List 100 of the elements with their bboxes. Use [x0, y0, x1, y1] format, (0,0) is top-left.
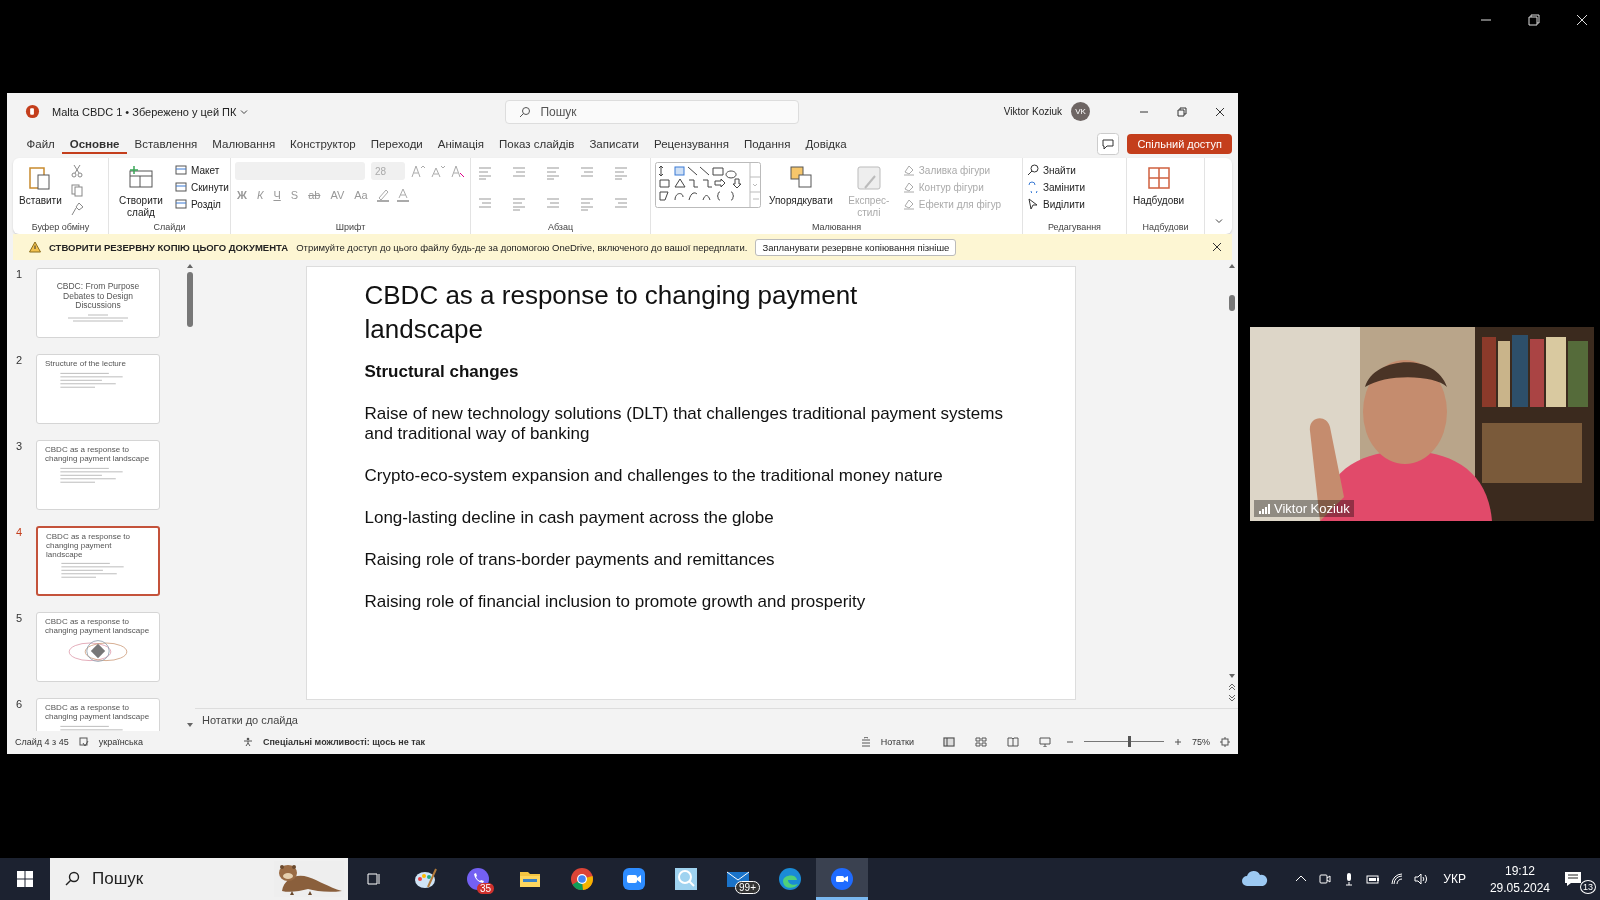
ribbon-button[interactable]: Виділити	[1027, 198, 1085, 210]
ribbon-tab[interactable]: Основне	[62, 134, 127, 154]
browser-icon	[570, 867, 594, 891]
restore-icon[interactable]	[1176, 105, 1188, 118]
add-ins-button[interactable]: Надбудови	[1131, 162, 1187, 209]
reading-view-icon[interactable]	[1007, 736, 1019, 747]
taskbar-app[interactable]	[816, 858, 868, 900]
thumbnail-title: Structure of the lecture	[45, 360, 127, 369]
slide-canvas[interactable]	[305, 266, 1076, 700]
ribbon-tab[interactable]: Показ слайдів	[491, 134, 582, 154]
scissors-icon[interactable]	[69, 164, 84, 178]
slide-thumbnail[interactable]: CBDC as a response to changing payment landscape	[36, 440, 160, 510]
ribbon-tab[interactable]: Конструктор	[282, 134, 364, 154]
scrollbar-thumb[interactable]	[1229, 295, 1235, 311]
slide-thumbnail[interactable]: CBDC: From Purpose Debates to Design Discussions	[36, 268, 160, 338]
edge-browser-icon	[778, 867, 802, 891]
slide-thumbnail[interactable]: Structure of the lecture	[36, 354, 160, 424]
language-label[interactable]: українська	[98, 736, 143, 747]
ribbon-tab[interactable]: Файл	[19, 134, 63, 154]
scroll-up-icon[interactable]	[1228, 262, 1236, 270]
accessibility-status[interactable]: Спеціальні можливості: щось не так	[262, 736, 426, 747]
zoom-in-icon[interactable]	[1174, 737, 1182, 746]
new-slide-button[interactable]: Створити слайд	[113, 162, 169, 220]
group-label: Редагування	[1047, 222, 1102, 232]
participant-name: Viktor Koziuk	[1274, 501, 1350, 516]
accessibility-icon[interactable]	[242, 736, 253, 747]
notes-placeholder[interactable]: Нотатки до слайда	[202, 714, 298, 726]
zoom-level[interactable]: 75%	[1192, 736, 1210, 747]
layout-icon	[175, 164, 187, 176]
arrange-button[interactable]: Упорядкувати	[767, 162, 835, 209]
ribbon-tab[interactable]: Рецензування	[646, 134, 737, 154]
notes-button[interactable]: Нотатки	[880, 736, 914, 747]
scroll-up-icon[interactable]	[186, 262, 195, 270]
previous-slide-icon[interactable]	[1228, 683, 1236, 691]
collapse-ribbon-icon[interactable]	[1214, 216, 1224, 226]
search-field[interactable]: Пошук	[505, 99, 800, 124]
task-view-icon[interactable]	[366, 871, 382, 887]
user-avatar[interactable]: VK	[1071, 102, 1090, 121]
video-camera-icon	[622, 867, 646, 891]
ribbon-tab[interactable]: Вставлення	[127, 134, 205, 154]
group-label: Малювання	[810, 222, 863, 232]
slide-thumbnail[interactable]: CBDC as a response to changing payment landscape	[36, 698, 160, 731]
taskbar-app[interactable]: 99+	[712, 858, 764, 900]
battery-icon[interactable]	[1366, 872, 1381, 886]
search-icon	[519, 105, 532, 118]
ribbon-tab[interactable]: Довідка	[797, 134, 855, 154]
clock-date[interactable]: 29.05.2024	[1489, 880, 1550, 895]
backup-later-button[interactable]: Запланувати резервне копіювання пізніше	[755, 238, 957, 256]
slide-text: Raising role of financial inclusion to promote growth and prosperity	[364, 591, 867, 612]
ribbon-button[interactable]: Скинути	[175, 181, 229, 193]
slide-thumbnail[interactable]: CBDC as a response to changing payment landscape	[36, 526, 160, 596]
restore-icon[interactable]	[1528, 14, 1540, 26]
slide-number: 3	[16, 440, 24, 452]
scroll-down-icon[interactable]	[1228, 672, 1236, 680]
paste-button[interactable]: Вставити	[17, 162, 64, 209]
ribbon-tab[interactable]: Подання	[736, 134, 798, 154]
ribbon-button[interactable]: Розділ	[175, 198, 229, 210]
slide-text: Long-lasting decline in cash payment across the globe	[364, 507, 775, 528]
ribbon-tab[interactable]: Малювання	[204, 134, 283, 154]
zoom-slider-thumb[interactable]	[1128, 736, 1131, 747]
slide-counter: Слайд 4 з 45	[15, 736, 69, 747]
next-slide-icon[interactable]	[1228, 694, 1236, 702]
replace-icon	[1027, 181, 1039, 193]
fit-slide-icon[interactable]	[1220, 736, 1230, 747]
grid-view-icon[interactable]	[975, 736, 987, 747]
clock-time[interactable]: 19:12	[1504, 863, 1535, 878]
notification-badge: 99+	[735, 881, 760, 894]
ribbon-button[interactable]: Макет	[175, 164, 229, 176]
document-title[interactable]: Malta CBDC 1 • Збережено у цей ПК	[52, 105, 237, 118]
slide-number: 2	[16, 354, 24, 366]
slide-thumbnail[interactable]: CBDC as a response to changing payment landscape	[36, 612, 160, 682]
copy-icon[interactable]	[69, 183, 84, 197]
ribbon-button[interactable]: Замінити	[1027, 181, 1085, 193]
palette-icon	[414, 867, 438, 891]
cloud-icon[interactable]	[1241, 870, 1270, 888]
slide-text: Crypto-eco-system expansion and challenges to the traditional money nature	[364, 465, 944, 486]
ribbon-button[interactable]: Знайти	[1027, 164, 1085, 176]
normal-view-icon[interactable]	[943, 736, 955, 747]
speaker-icon[interactable]	[1414, 872, 1429, 886]
close-icon[interactable]	[1214, 105, 1226, 118]
windows-start-icon[interactable]	[17, 871, 33, 887]
scroll-down-icon[interactable]	[186, 721, 195, 729]
ribbon-tab[interactable]: Переходи	[363, 134, 431, 154]
spellcheck-icon[interactable]	[78, 736, 89, 747]
shapes-gallery-drawing[interactable]	[655, 162, 761, 208]
close-icon[interactable]	[1212, 242, 1222, 252]
taskbar-app[interactable]: 35	[452, 858, 504, 900]
warning-icon	[29, 241, 41, 253]
share-button[interactable]: Спільний доступ	[1127, 134, 1232, 154]
brush-icon[interactable]	[69, 202, 84, 216]
wifi-icon[interactable]	[1390, 872, 1405, 886]
ribbon-tab[interactable]: Анімація	[430, 134, 492, 154]
input-language[interactable]: УКР	[1443, 872, 1466, 886]
comment-icon[interactable]	[1097, 133, 1120, 155]
ribbon-tab[interactable]: Записати	[581, 134, 647, 154]
slideshow-icon[interactable]	[1039, 736, 1051, 747]
phone-chat-icon	[466, 867, 490, 891]
notifications-icon[interactable]	[1564, 870, 1582, 888]
scrollbar-thumb[interactable]	[187, 272, 194, 327]
notes-icon[interactable]	[860, 736, 871, 747]
